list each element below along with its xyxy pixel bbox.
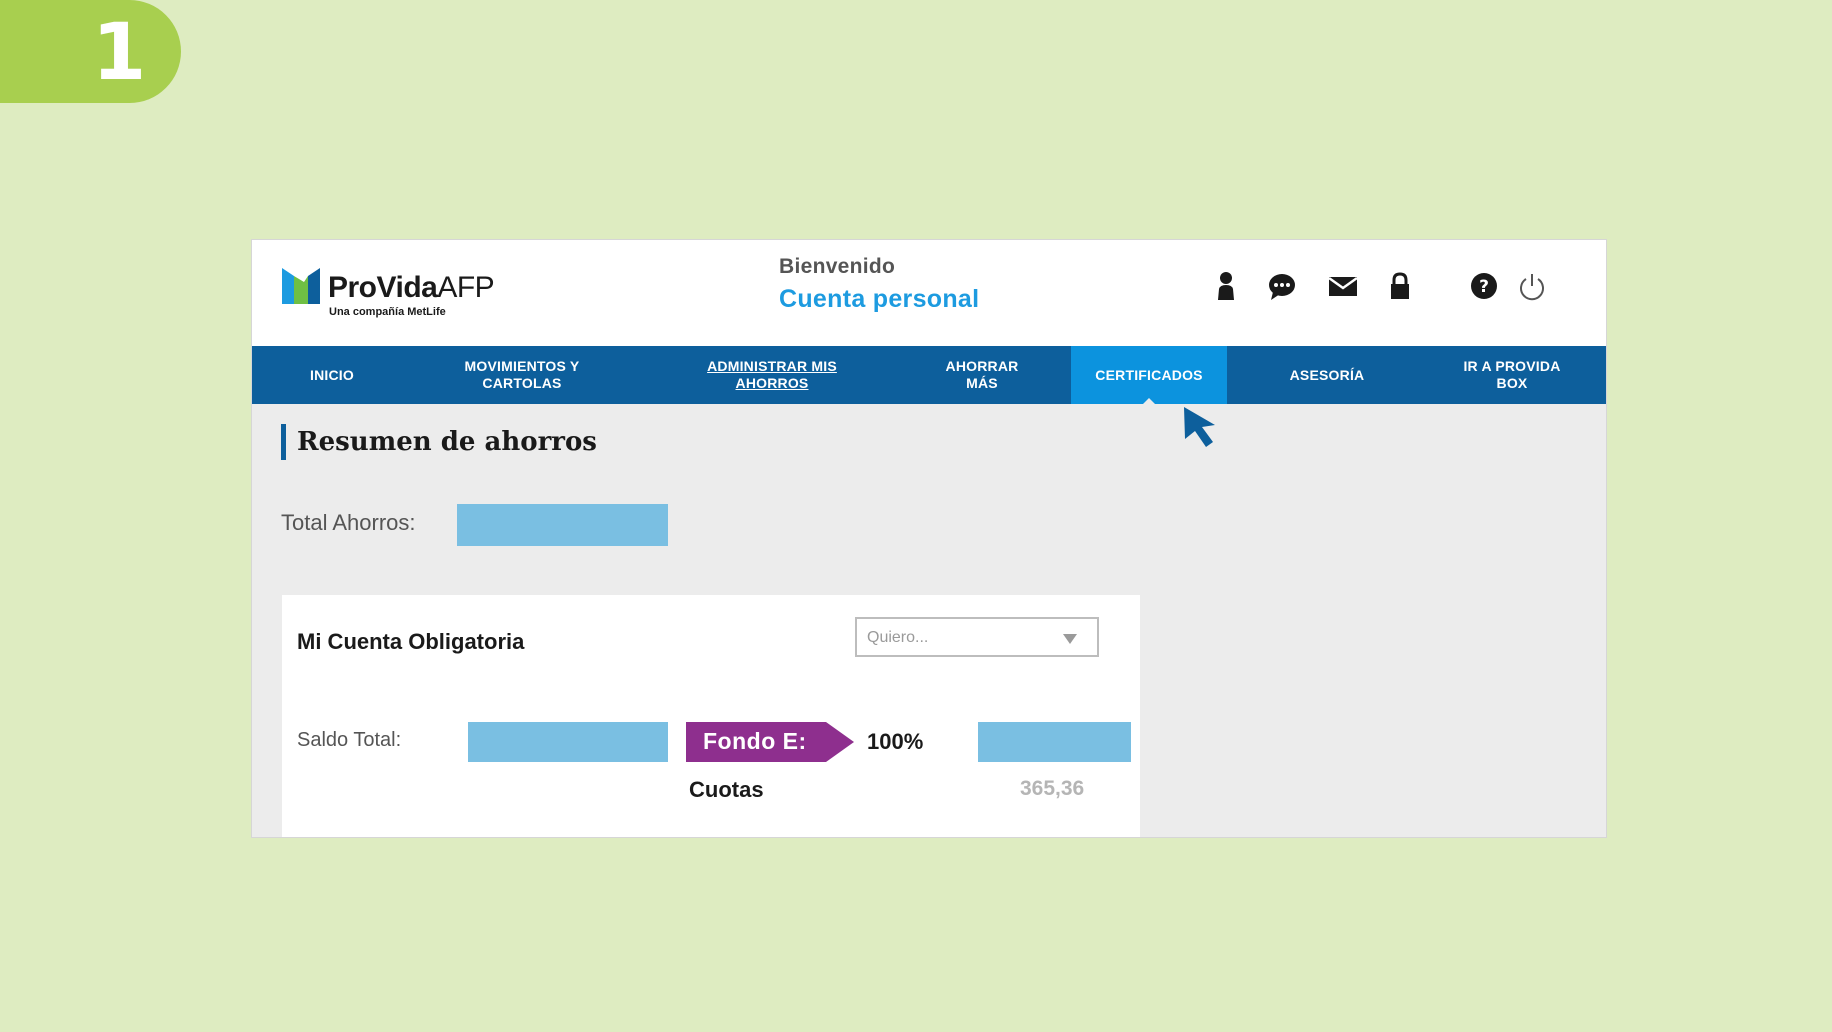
nav-movimientos-cartolas[interactable]: MOVIMIENTOS Y CARTOLAS <box>432 346 612 404</box>
top-header: ProVidaAFP Una compañía MetLife Bienveni… <box>252 240 1606 346</box>
step-number: 1 <box>92 8 147 98</box>
main-nav: INICIO MOVIMIENTOS Y CARTOLAS ADMINISTRA… <box>252 346 1606 405</box>
welcome-label: Bienvenido <box>779 255 896 278</box>
logo-wordmark: ProVidaAFP <box>328 271 495 305</box>
section-title: Resumen de ahorros <box>281 424 597 460</box>
nav-certificados-label: CERTIFICADOS <box>1095 366 1203 383</box>
fund-label: Fondo E: <box>703 728 807 754</box>
active-tab-caret <box>1142 398 1156 405</box>
logo-brand: ProVida <box>328 271 438 304</box>
nav-administrar-ahorros[interactable]: ADMINISTRAR MIS AHORROS <box>677 346 867 404</box>
svg-text:?: ? <box>1479 277 1489 297</box>
user-icon[interactable] <box>1210 270 1242 302</box>
lock-icon[interactable] <box>1384 270 1416 302</box>
account-type-label: Cuenta personal <box>779 285 980 313</box>
nav-asesoria[interactable]: ASESORÍA <box>1252 346 1402 404</box>
fund-tag: Fondo E: <box>686 722 854 762</box>
step-badge: 1 <box>0 0 181 103</box>
action-dropdown[interactable]: Quiero... <box>855 617 1099 657</box>
cuotas-label: Cuotas <box>689 777 764 802</box>
welcome-block: Bienvenido Cuenta personal <box>779 255 979 314</box>
provida-logo[interactable]: ProVidaAFP Una compañía MetLife <box>282 268 502 328</box>
power-icon[interactable] <box>1516 270 1548 302</box>
app-window: ProVidaAFP Una compañía MetLife Bienveni… <box>251 239 1607 838</box>
dropdown-placeholder: Quiero... <box>867 629 929 646</box>
saldo-total-value-redacted <box>468 722 668 762</box>
total-savings-label: Total Ahorros: <box>281 510 416 535</box>
logo-suffix: AFP <box>437 271 495 304</box>
nav-certificados[interactable]: CERTIFICADOS <box>1071 346 1227 405</box>
logo-mark-icon <box>282 268 320 304</box>
cuotas-value: 365,36 <box>1020 777 1085 800</box>
account-card-title: Mi Cuenta Obligatoria <box>297 629 525 654</box>
fund-percent: 100% <box>867 729 924 754</box>
logo-tagline: Una compañía MetLife <box>329 306 446 318</box>
saldo-total-label: Saldo Total: <box>297 729 402 751</box>
chat-icon[interactable] <box>1266 270 1298 302</box>
total-savings-value-redacted <box>457 504 668 546</box>
nav-ahorrar-mas[interactable]: AHORRAR MÁS <box>922 346 1042 404</box>
mouse-pointer-icon <box>1184 407 1215 447</box>
mail-icon[interactable] <box>1327 270 1359 302</box>
fund-value-redacted <box>978 722 1131 762</box>
nav-inicio[interactable]: INICIO <box>282 346 382 404</box>
help-icon[interactable]: ? <box>1468 270 1500 302</box>
chevron-down-icon <box>1063 634 1077 644</box>
nav-provida-box[interactable]: IR A PROVIDA BOX <box>1422 346 1602 404</box>
account-card: Mi Cuenta Obligatoria Quiero... Saldo To… <box>282 595 1140 837</box>
